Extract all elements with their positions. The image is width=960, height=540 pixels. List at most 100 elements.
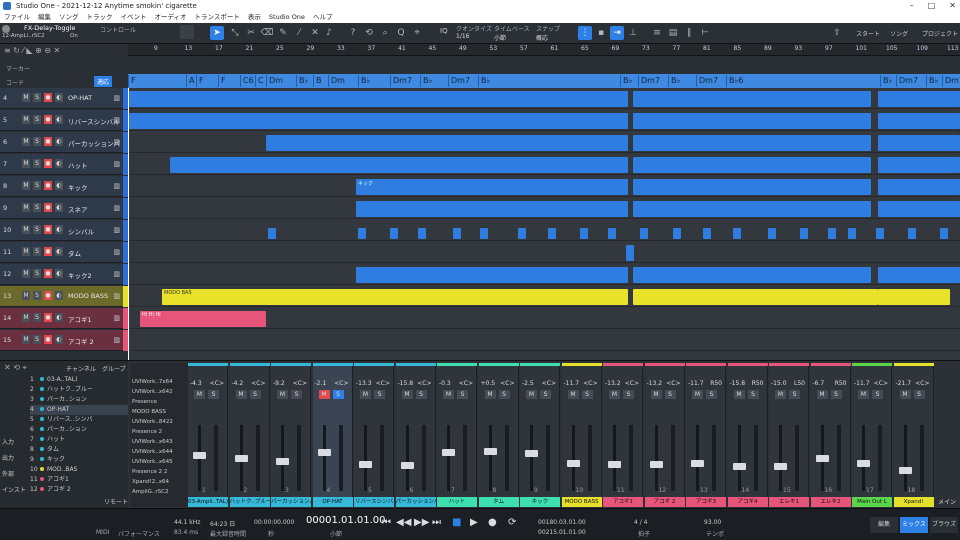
- fader-knob[interactable]: [442, 449, 455, 456]
- event-clip[interactable]: [800, 228, 808, 239]
- menu-item[interactable]: ファイル: [4, 12, 30, 23]
- monitor-button[interactable]: ◐: [55, 203, 63, 212]
- channel-list-item[interactable]: 1 03-A..TAL): [30, 375, 128, 385]
- event-clip[interactable]: [848, 228, 856, 239]
- project-page-button[interactable]: プロジェクト: [922, 29, 958, 38]
- position-display[interactable]: 00001.01.01.00: [306, 515, 386, 526]
- event-clip[interactable]: [626, 245, 634, 261]
- volume-fader[interactable]: [862, 425, 865, 491]
- volume-readout[interactable]: -4.3: [190, 380, 202, 387]
- solo-button[interactable]: S: [33, 335, 41, 344]
- mute-button[interactable]: M: [22, 137, 30, 146]
- chord-event[interactable]: F: [196, 75, 204, 87]
- iq-button[interactable]: IQ: [440, 27, 448, 35]
- bend-tool-icon[interactable]: ⁄: [292, 26, 306, 40]
- insert-slot[interactable]: Xpand!2..x64: [132, 479, 169, 485]
- keyboard-icon[interactable]: ▥: [113, 248, 120, 256]
- record-arm-button[interactable]: ●: [44, 335, 52, 344]
- pan-readout[interactable]: R50: [710, 380, 722, 387]
- mute-button[interactable]: M: [567, 390, 579, 399]
- event-clip[interactable]: [876, 228, 884, 239]
- channel-list-item[interactable]: 10 MOD..BAS: [30, 465, 128, 475]
- event-clip[interactable]: [128, 91, 628, 107]
- pan-readout[interactable]: <C>: [210, 380, 224, 387]
- menu-item[interactable]: 編集: [38, 12, 51, 23]
- volume-fader[interactable]: [571, 425, 575, 491]
- timebase-select[interactable]: 小節: [494, 33, 506, 42]
- q-icon[interactable]: Q: [394, 26, 408, 40]
- solo-button[interactable]: S: [498, 390, 510, 399]
- mute-button[interactable]: M: [899, 390, 911, 399]
- volume-fader[interactable]: [447, 425, 450, 491]
- event-clip[interactable]: [162, 289, 628, 305]
- record-icon[interactable]: ●: [488, 517, 497, 528]
- fader-knob[interactable]: [317, 449, 331, 456]
- solo-button[interactable]: S: [291, 390, 302, 399]
- track-header[interactable]: 11 M S ● ◐ タム ▥: [0, 242, 128, 263]
- track-name[interactable]: MODO BASS: [68, 292, 108, 300]
- mute-button[interactable]: M: [235, 390, 247, 399]
- fader-knob[interactable]: [815, 455, 829, 462]
- insert-slot[interactable]: UVIWork..x643: [132, 439, 173, 445]
- menu-item[interactable]: トランスポート: [195, 12, 240, 23]
- volume-readout[interactable]: -13.2: [647, 380, 663, 387]
- event-clip[interactable]: [580, 228, 588, 239]
- chord-event[interactable]: B♭: [420, 75, 432, 87]
- volume-fader[interactable]: [737, 425, 741, 491]
- channel-list-item[interactable]: 4 OP-HAT: [30, 405, 128, 415]
- volume-readout[interactable]: -15.8: [398, 380, 414, 387]
- record-arm-button[interactable]: ●: [44, 247, 52, 256]
- event-clip[interactable]: [908, 228, 916, 239]
- pause-icon[interactable]: ∥: [682, 26, 696, 40]
- chord-event[interactable]: Dm7: [896, 75, 918, 87]
- quantize-select[interactable]: 1/16: [456, 33, 469, 40]
- mute-button[interactable]: M: [816, 390, 828, 399]
- event-clip[interactable]: [480, 228, 488, 239]
- chord-event[interactable]: F: [218, 75, 226, 87]
- chord-event[interactable]: B♭: [478, 75, 490, 87]
- event-clip[interactable]: [878, 267, 960, 283]
- channel-list-item[interactable]: 3 パーカ..ション: [30, 395, 128, 405]
- help-icon[interactable]: ?: [346, 26, 360, 40]
- solo-button[interactable]: S: [581, 390, 593, 399]
- event-clip[interactable]: [633, 289, 878, 305]
- minimize-icon[interactable]: –: [910, 0, 914, 12]
- record-arm-button[interactable]: ●: [44, 137, 52, 146]
- mute-button[interactable]: M: [650, 390, 662, 399]
- fader-knob[interactable]: [732, 463, 746, 471]
- mute-button[interactable]: M: [22, 203, 30, 212]
- pan-readout[interactable]: <C>: [874, 380, 888, 387]
- fader-knob[interactable]: [608, 461, 621, 468]
- volume-readout[interactable]: -15.8: [730, 380, 746, 387]
- keyboard-icon[interactable]: ▥: [113, 270, 120, 278]
- playhead[interactable]: [128, 88, 129, 360]
- channel-list-item[interactable]: 11 アコギ1: [30, 475, 128, 485]
- split-tool-icon[interactable]: ✂: [244, 26, 258, 40]
- track-lane[interactable]: [128, 242, 960, 263]
- pan-readout[interactable]: L50: [794, 380, 805, 387]
- track-header[interactable]: 6 M S ● ◐ パーカッションパ ▥: [0, 132, 128, 153]
- browse-view-button[interactable]: ブラウズ: [930, 517, 958, 533]
- chord-event[interactable]: Dm7: [390, 75, 412, 87]
- event-clip[interactable]: [633, 157, 871, 173]
- track-list-icon[interactable]: ≡: [650, 26, 664, 40]
- fader-knob[interactable]: [649, 461, 663, 468]
- mute-button[interactable]: M: [22, 335, 30, 344]
- mute-button[interactable]: M: [858, 390, 869, 399]
- close-icon[interactable]: ✕: [949, 0, 956, 12]
- event-clip[interactable]: [878, 157, 960, 173]
- event-clip[interactable]: [128, 113, 628, 129]
- event-clip[interactable]: [356, 201, 628, 217]
- record-arm-button[interactable]: ●: [44, 181, 52, 190]
- end-icon[interactable]: ⏭: [432, 517, 441, 528]
- strip-name[interactable]: エレキ1: [769, 497, 809, 507]
- event-clip[interactable]: [878, 201, 960, 217]
- track-name[interactable]: キック2: [68, 270, 92, 280]
- monitor-button[interactable]: ◐: [55, 247, 63, 256]
- event-clip[interactable]: [878, 179, 960, 195]
- volume-readout[interactable]: -13.2: [605, 380, 621, 387]
- track-name[interactable]: リバースシンバル: [68, 116, 120, 126]
- snap-grid-icon[interactable]: ⋮: [578, 26, 592, 40]
- strip-name[interactable]: パーカッションパ: [271, 497, 311, 507]
- event-clip[interactable]: [356, 267, 628, 283]
